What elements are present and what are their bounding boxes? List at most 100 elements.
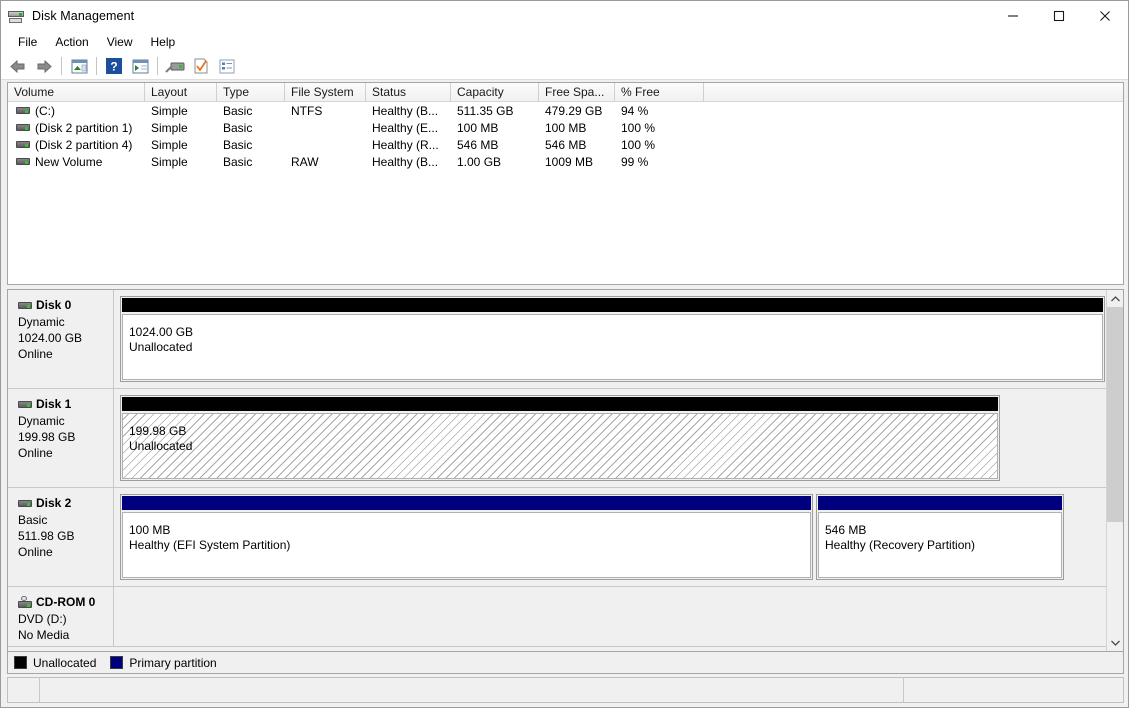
cell-percent-free: 94 % — [621, 103, 649, 118]
status-pane-2 — [40, 678, 904, 702]
close-button[interactable] — [1082, 1, 1128, 31]
list-view-icon[interactable] — [215, 55, 239, 78]
partition-status: Unallocated — [129, 340, 193, 354]
partition-body: 546 MB Healthy (Recovery Partition) — [818, 512, 1062, 578]
table-row[interactable]: New Volume Simple Basic RAW Healthy (B..… — [8, 153, 1123, 170]
disk-2-kind: Basic — [18, 513, 48, 527]
cell-capacity: 100 MB — [457, 120, 499, 135]
partition-body: 1024.00 GB Unallocated — [122, 314, 1103, 380]
toolbar-separator — [96, 57, 97, 75]
cdrom-0-title: CD-ROM 0 — [18, 595, 113, 609]
disk-1-kind: Dynamic — [18, 414, 65, 428]
partition-color-cap — [818, 496, 1062, 510]
disk-0-size: 1024.00 GB — [18, 331, 83, 345]
cell-percent-free: 100 % — [621, 137, 656, 152]
partition-recovery-disk-2[interactable]: 546 MB Healthy (Recovery Partition) — [816, 494, 1064, 580]
cell-layout: Simple — [151, 154, 188, 169]
legend-swatch-unallocated — [14, 656, 27, 669]
disk-row-cdrom-0[interactable]: CD-ROM 0 DVD (D:) No Media — [8, 587, 1106, 647]
vertical-scrollbar[interactable] — [1106, 290, 1123, 651]
cell-file-system: RAW — [291, 154, 319, 169]
disk-graphical-scroll-area: Disk 0 Dynamic 1024.00 GB Online 1024.00… — [8, 290, 1106, 651]
scrollbar-thumb[interactable] — [1107, 307, 1123, 522]
disk-2-name: Disk 2 — [36, 496, 72, 510]
disk-icon — [18, 400, 32, 409]
partition-body: 199.98 GB Unallocated — [122, 413, 998, 479]
cell-status: Healthy (R... — [372, 137, 439, 152]
column-header-layout[interactable]: Layout — [145, 83, 217, 101]
partition-status: Healthy (EFI System Partition) — [129, 538, 291, 552]
disk-row-disk-2[interactable]: Disk 2 Basic 511.98 GB Online 100 MB Hea… — [8, 488, 1106, 587]
menu-file[interactable]: File — [9, 33, 46, 51]
disk-drive-icon — [8, 8, 24, 24]
partition-size: 199.98 GB — [129, 424, 187, 438]
cdrom-0-size: No Media — [18, 628, 70, 642]
cell-capacity: 546 MB — [457, 137, 499, 152]
partition-color-cap — [122, 298, 1103, 312]
menu-bar: File Action View Help — [1, 31, 1128, 53]
scroll-up-arrow-icon[interactable] — [1107, 290, 1123, 307]
disk-row-disk-0[interactable]: Disk 0 Dynamic 1024.00 GB Online 1024.00… — [8, 290, 1106, 389]
cdrom-0-partitions — [114, 587, 1106, 646]
maximize-button[interactable] — [1036, 1, 1082, 31]
partition-unallocated-disk-1[interactable]: 199.98 GB Unallocated — [120, 395, 1000, 481]
cell-volume: (Disk 2 partition 1) — [8, 121, 145, 135]
column-header-volume[interactable]: Volume — [8, 83, 145, 101]
up-one-level-icon[interactable] — [67, 55, 91, 78]
cdrom-0-kind: DVD (D:) — [18, 612, 67, 626]
rescan-disks-icon[interactable] — [163, 55, 187, 78]
scrollbar-track[interactable] — [1107, 307, 1123, 634]
cell-free-space: 479.29 GB — [545, 103, 603, 118]
show-console-tree-icon[interactable] — [128, 55, 152, 78]
column-header-percent-free[interactable]: % Free — [615, 83, 704, 101]
column-header-type[interactable]: Type — [217, 83, 285, 101]
partition-efi-system-disk-2[interactable]: 100 MB Healthy (EFI System Partition) — [120, 494, 813, 580]
window-controls — [990, 1, 1128, 31]
table-row[interactable]: (C:) Simple Basic NTFS Healthy (B... 511… — [8, 102, 1123, 119]
help-question-icon[interactable]: ? — [102, 55, 126, 78]
cell-volume: (Disk 2 partition 4) — [8, 138, 145, 152]
disk-graphical-view: Disk 0 Dynamic 1024.00 GB Online 1024.00… — [7, 289, 1124, 652]
volume-list-header: Volume Layout Type File System Status Ca… — [8, 83, 1123, 102]
disk-1-size: 199.98 GB — [18, 430, 76, 444]
drive-icon — [16, 123, 30, 132]
disk-info-cdrom-0: CD-ROM 0 DVD (D:) No Media — [8, 587, 114, 646]
disk-1-partitions: 199.98 GB Unallocated — [114, 389, 1106, 487]
column-header-free-space[interactable]: Free Spa... — [539, 83, 615, 101]
table-row[interactable]: (Disk 2 partition 4) Simple Basic Health… — [8, 136, 1123, 153]
partition-size: 546 MB — [825, 523, 867, 537]
disk-1-state: Online — [18, 446, 53, 460]
properties-check-icon[interactable] — [189, 55, 213, 78]
cell-layout: Simple — [151, 120, 188, 135]
disk-row-disk-1[interactable]: Disk 1 Dynamic 199.98 GB Online 199.98 G… — [8, 389, 1106, 488]
partition-status: Unallocated — [129, 439, 193, 453]
column-header-status[interactable]: Status — [366, 83, 451, 101]
disk-0-partitions: 1024.00 GB Unallocated — [114, 290, 1106, 388]
menu-view[interactable]: View — [98, 33, 142, 51]
legend-bar: Unallocated Primary partition — [7, 652, 1124, 674]
back-arrow-icon[interactable] — [6, 55, 30, 78]
cell-volume-text: (Disk 2 partition 1) — [35, 120, 133, 135]
cell-capacity: 1.00 GB — [457, 154, 502, 169]
column-header-capacity[interactable]: Capacity — [451, 83, 539, 101]
menu-help[interactable]: Help — [142, 33, 185, 51]
cell-percent-free: 99 % — [621, 154, 649, 169]
disk-0-state: Online — [18, 347, 53, 361]
legend-label-unallocated: Unallocated — [33, 655, 97, 670]
minimize-button[interactable] — [990, 1, 1036, 31]
partition-color-cap — [122, 397, 998, 411]
menu-action[interactable]: Action — [46, 33, 97, 51]
forward-arrow-icon[interactable] — [32, 55, 56, 78]
disk-2-partitions: 100 MB Healthy (EFI System Partition) 54… — [114, 488, 1106, 586]
table-row[interactable]: (Disk 2 partition 1) Simple Basic Health… — [8, 119, 1123, 136]
partition-unallocated-disk-0[interactable]: 1024.00 GB Unallocated — [120, 296, 1105, 382]
cell-volume: New Volume — [8, 155, 145, 169]
status-bar — [7, 677, 1124, 703]
disk-management-window: Disk Management File Action View Help ? … — [0, 0, 1129, 708]
disk-1-name: Disk 1 — [36, 397, 72, 411]
column-header-file-system[interactable]: File System — [285, 83, 366, 101]
window-title: Disk Management — [32, 9, 135, 23]
scroll-down-arrow-icon[interactable] — [1107, 634, 1123, 651]
cell-capacity: 511.35 GB — [457, 103, 514, 118]
disk-info-disk-0: Disk 0 Dynamic 1024.00 GB Online — [8, 290, 114, 388]
